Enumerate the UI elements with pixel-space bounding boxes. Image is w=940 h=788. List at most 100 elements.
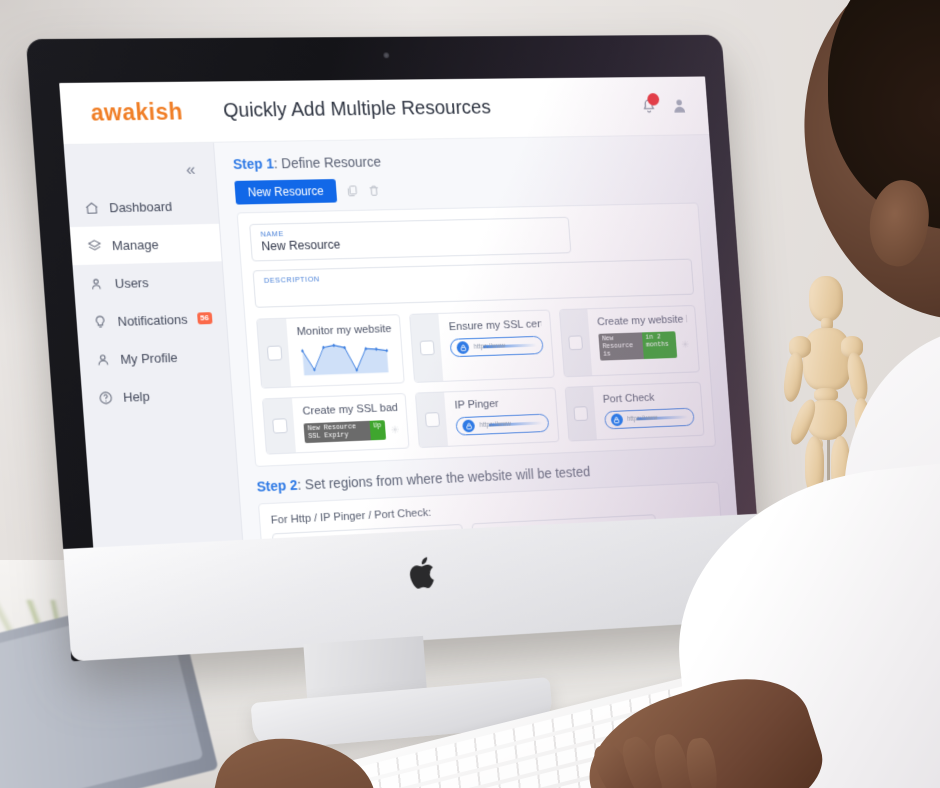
sidebar-label-dashboard: Dashboard [108,198,173,215]
port-check-url-text: https://www [626,414,658,423]
chevron-double-left-icon: « [185,159,197,179]
sidebar-label-users: Users [114,274,149,291]
copy-icon[interactable] [345,183,358,198]
ssl-cert-checkbox[interactable] [419,340,435,356]
ip-pinger-checkbox[interactable] [424,412,440,428]
ssl-badge-card-body: Create my SSL badge New Resource SSL Exp… [292,394,409,452]
sidebar-item-users[interactable]: Users [73,261,225,303]
sidebar-collapse-button[interactable]: « [64,153,216,189]
ip-pinger-url-input[interactable]: https://www [455,413,550,436]
resource-card-website-badge[interactable]: Create my website badge New Resource is … [558,304,700,378]
topbar-icons [640,92,708,117]
sidebar-item-manage[interactable]: Manage [69,223,222,266]
port-check-card-title: Port Check [602,392,655,406]
website-badge-right: in 2 months [641,331,678,360]
main-content: Step 1: Define Resource New Resource NAM… [213,135,738,542]
ssl-cert-url-text: https://www [473,342,506,351]
ssl-cert-url-input[interactable]: https://www [449,335,544,358]
user-avatar-icon[interactable] [671,95,689,116]
notification-badge-dot [646,92,660,106]
person-icon [98,353,109,364]
sidebar-notifications-badge: 56 [196,312,213,325]
monitor-screen: awakish Quickly Add Multiple Resources «… [59,76,738,550]
lock-icon [462,419,476,433]
gear-icon[interactable] [391,424,400,436]
ssl-badge-pill: New Resource SSL Expiry Up [303,420,387,444]
ip-pinger-checkbox-panel[interactable] [416,392,449,448]
ip-pinger-card-title: IP Pinger [454,398,500,412]
webcam [382,52,389,59]
resource-card-uptime[interactable]: Monitor my website uptime [256,314,406,389]
website-badge-pill: New Resource is in 2 months [598,331,678,361]
uptime-checkbox[interactable] [266,345,282,361]
resource-card-ip-pinger[interactable]: IP Pinger https://www [415,387,560,449]
apple-logo-icon [408,556,435,590]
tab-new-resource[interactable]: New Resource [234,179,337,205]
uptime-card-body: Monitor my website uptime [286,315,404,386]
ssl-cert-card-body: Ensure my SSL certificate is valid [439,311,554,381]
ssl-badge-right: Up [368,420,387,441]
ssl-badge-checkbox-panel[interactable] [262,398,296,454]
sidebar-item-help[interactable]: Help [81,374,233,417]
uptime-sparkline-chart [298,341,395,376]
lock-icon [456,341,470,355]
name-field[interactable]: NAME New Resource [249,216,572,262]
step1-title: : Define Resource [273,153,382,172]
trash-icon[interactable] [367,183,380,198]
page-title: Quickly Add Multiple Resources [222,96,492,122]
imac-computer: awakish Quickly Add Multiple Resources «… [25,34,765,662]
sidebar-item-dashboard[interactable]: Dashboard [67,186,219,227]
users-icon [92,277,101,289]
resource-card-ssl-badge[interactable]: Create my SSL badge New Resource SSL Exp… [261,392,410,455]
sidebar-item-my-profile[interactable]: My Profile [78,336,230,379]
mannequin-head [809,276,843,322]
ip-pinger-card-body: IP Pinger https://www [444,388,558,446]
ssl-badge-checkbox[interactable] [271,418,288,434]
lock-icon [610,413,624,427]
uptime-card-title: Monitor my website uptime [296,323,392,339]
logo-text: awakish [89,98,184,126]
brand-logo[interactable]: awakish [59,81,214,144]
sidebar-label-manage: Manage [111,236,160,253]
website-badge-card-title: Create my website badge [596,313,688,329]
step2-prefix: Step 2 [256,476,298,495]
ssl-badge-card-title: Create my SSL badge [302,402,398,418]
web-application: awakish Quickly Add Multiple Resources «… [59,76,738,550]
sidebar-nav: « Dashboard Manage Users Notifications 5… [63,142,244,550]
port-check-card-body: Port Check https://www [593,383,704,440]
app-body: « Dashboard Manage Users Notifications 5… [63,135,738,550]
notifications-bell-button[interactable] [640,92,660,116]
port-check-checkbox-panel[interactable] [565,386,597,441]
port-check-checkbox[interactable] [573,406,589,422]
define-resource-panel: NAME New Resource DESCRIPTION Monitor my… [236,202,717,467]
website-badge-left: New Resource is [598,332,644,361]
app-topbar: awakish Quickly Add Multiple Resources [59,76,710,146]
mannequin-arm-left [781,351,806,403]
ssl-cert-card-title: Ensure my SSL certificate is valid [448,318,542,334]
layers-icon [87,238,101,250]
sidebar-label-help: Help [122,388,151,405]
sidebar-item-notifications[interactable]: Notifications 56 [75,299,227,341]
website-badge-checkbox[interactable] [568,335,584,351]
resource-card-ssl-certificate[interactable]: Ensure my SSL certificate is valid [409,309,555,383]
step1-prefix: Step 1 [232,155,275,173]
ip-pinger-url-text: https://www [479,420,512,429]
home-icon [85,201,98,213]
resource-tab-row: New Resource [234,172,697,205]
sidebar-label-notifications: Notifications [117,311,189,329]
bulb-icon [95,314,105,327]
description-field[interactable]: DESCRIPTION [252,258,695,308]
website-badge-row: New Resource is in 2 months [598,331,690,361]
resource-type-grid: Monitor my website uptime [256,304,705,455]
photo-scene: awakish Quickly Add Multiple Resources «… [0,0,940,788]
gear-icon[interactable] [681,338,689,350]
port-check-url-input[interactable]: https://www [603,407,695,430]
mannequin-arm-right [844,350,871,404]
step2-title: : Set regions from where the website wil… [296,463,591,493]
sidebar-label-my-profile: My Profile [119,349,179,367]
resource-card-port-check[interactable]: Port Check https://www [564,381,705,442]
ssl-badge-left: New Resource SSL Expiry [303,420,371,444]
ssl-badge-row: New Resource SSL Expiry Up [303,420,400,444]
step1-heading: Step 1: Define Resource [232,149,695,173]
question-circle-icon [99,390,112,403]
